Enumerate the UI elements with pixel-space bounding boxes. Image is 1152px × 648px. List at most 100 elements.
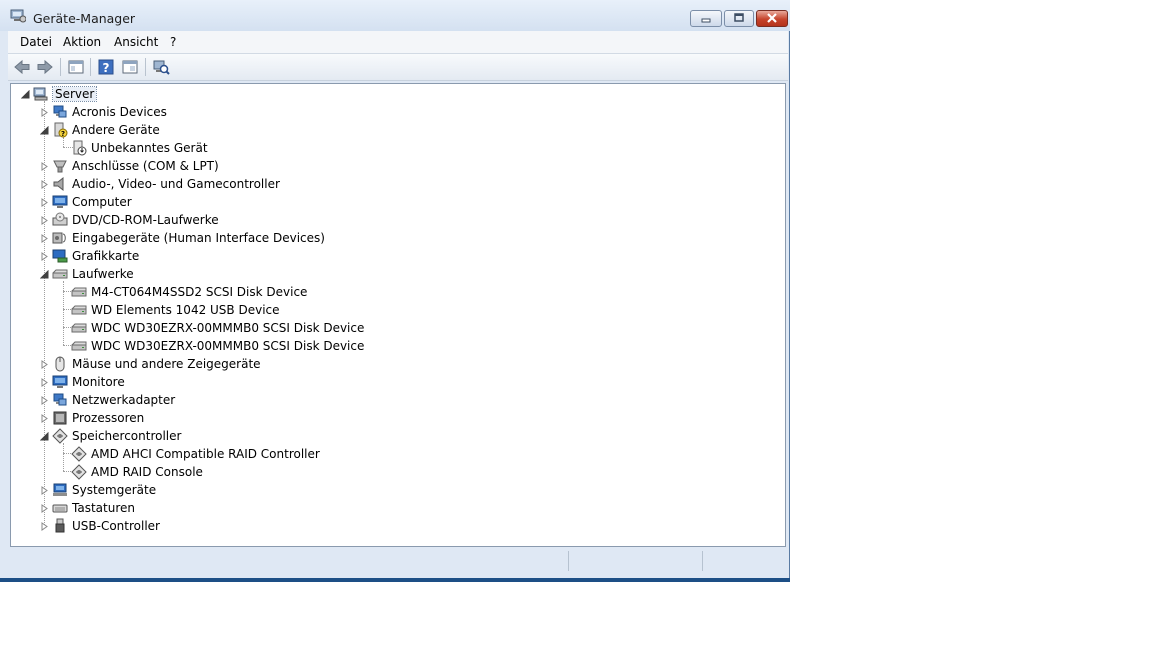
tree-device[interactable]: WDC WD30EZRX-00MMMB0 SCSI Disk Device (11, 337, 711, 355)
tree-item-label: Systemgeräte (72, 483, 157, 497)
tree-group[interactable]: Computer (11, 193, 711, 211)
collapse-arrow-icon[interactable] (21, 90, 30, 99)
tree-item-label: DVD/CD-ROM-Laufwerke (72, 213, 219, 227)
tree-item-label: Andere Geräte (72, 123, 160, 137)
tree-group[interactable]: Laufwerke (11, 265, 711, 283)
tree-device[interactable]: AMD AHCI Compatible RAID Controller (11, 445, 711, 463)
tree-item-label: Acronis Devices (72, 105, 167, 119)
tree-group[interactable]: Eingabegeräte (Human Interface Devices) (11, 229, 711, 247)
maximize-icon (734, 13, 744, 22)
menu-datei[interactable]: Datei (20, 35, 52, 49)
tree-group[interactable]: Prozessoren (11, 409, 711, 427)
disk-drive-icon (71, 305, 87, 315)
unknown-device-icon: ? (54, 122, 68, 138)
tree-item-label: Laufwerke (72, 267, 134, 281)
mouse-icon (55, 356, 65, 372)
expand-arrow-icon[interactable] (40, 486, 49, 495)
toolbar-separator (145, 58, 146, 76)
disk-drive-icon (71, 341, 87, 351)
tree-group[interactable]: Anschlüsse (COM & LPT) (11, 157, 711, 175)
device-tree[interactable]: Server Acronis Devices? Andere Geräte Unbek… (10, 83, 786, 547)
tree-group[interactable]: Monitore (11, 373, 711, 391)
monitor-icon (52, 195, 68, 208)
menu-ansicht[interactable]: Ansicht (114, 35, 158, 49)
tree-item-label: Tastaturen (72, 501, 135, 515)
close-button[interactable] (756, 10, 788, 27)
keyboard-icon (52, 504, 68, 513)
toolbar-separator (60, 58, 61, 76)
expand-arrow-icon[interactable] (40, 378, 49, 387)
back-arrow-icon[interactable] (13, 58, 31, 76)
tree-group[interactable]: DVD/CD-ROM-Laufwerke (11, 211, 711, 229)
storage-controller-icon (52, 428, 68, 444)
tree-item-label: WDC WD30EZRX-00MMMB0 SCSI Disk Device (91, 321, 365, 335)
title-bar[interactable]: Geräte-Manager (0, 0, 790, 31)
tree-group[interactable]: Grafikkarte (11, 247, 711, 265)
tree-item-label: Anschlüsse (COM & LPT) (72, 159, 219, 173)
tree-group[interactable]: USB-Controller (11, 517, 711, 535)
display-adapter-icon (52, 249, 68, 263)
tree-device[interactable]: WD Elements 1042 USB Device (11, 301, 711, 319)
expand-arrow-icon[interactable] (40, 504, 49, 513)
tree-root-server[interactable]: Server (11, 85, 711, 103)
collapse-arrow-icon[interactable] (40, 126, 49, 135)
tree-item-label: AMD RAID Console (91, 465, 203, 479)
menu-aktion[interactable]: Aktion (63, 35, 101, 49)
tree-group[interactable]: Mäuse und andere Zeigegeräte (11, 355, 711, 373)
storage-controller-icon (71, 464, 87, 480)
tree-item-label: Prozessoren (72, 411, 145, 425)
storage-controller-icon (71, 446, 87, 462)
expand-arrow-icon[interactable] (40, 360, 49, 369)
show-hide-console-tree-icon[interactable] (67, 58, 85, 76)
expand-arrow-icon[interactable] (40, 234, 49, 243)
speaker-icon (53, 176, 64, 192)
tree-group[interactable]: Audio-, Video- und Gamecontroller (11, 175, 711, 193)
menu-help[interactable]: ? (170, 35, 176, 49)
tree-item-label: Eingabegeräte (Human Interface Devices) (72, 231, 325, 245)
maximize-button[interactable] (724, 10, 754, 27)
tree-item-label: USB-Controller (72, 519, 160, 533)
disk-drive-icon (71, 323, 87, 333)
tree-device[interactable]: AMD RAID Console (11, 463, 711, 481)
forward-arrow-icon[interactable] (36, 58, 54, 76)
tree-item-label: WDC WD30EZRX-00MMMB0 SCSI Disk Device (91, 339, 365, 353)
network-icon (53, 105, 67, 118)
expand-arrow-icon[interactable] (40, 108, 49, 117)
tree-group[interactable]: Acronis Devices (11, 103, 711, 121)
tree-item-label: Audio-, Video- und Gamecontroller (72, 177, 280, 191)
expand-arrow-icon[interactable] (40, 252, 49, 261)
processor-icon (53, 411, 67, 425)
tree-device[interactable]: WDC WD30EZRX-00MMMB0 SCSI Disk Device (11, 319, 711, 337)
expand-arrow-icon[interactable] (40, 198, 49, 207)
tree-device[interactable]: M4-CT064M4SSD2 SCSI Disk Device (11, 283, 711, 301)
expand-arrow-icon[interactable] (40, 522, 49, 531)
expand-arrow-icon[interactable] (40, 216, 49, 225)
expand-arrow-icon[interactable] (40, 162, 49, 171)
tree-group[interactable]: ? Andere Geräte (11, 121, 711, 139)
port-icon (53, 160, 67, 173)
tree-group[interactable]: Speichercontroller (11, 427, 711, 445)
help-icon[interactable]: ? (97, 58, 115, 76)
minimize-button[interactable] (690, 10, 722, 27)
collapse-arrow-icon[interactable] (40, 270, 49, 279)
tree-group[interactable]: Systemgeräte (11, 481, 711, 499)
scan-hardware-icon[interactable] (152, 58, 170, 76)
monitor-icon (52, 375, 68, 388)
tree-group[interactable]: Tastaturen (11, 499, 711, 517)
usb-icon (55, 518, 65, 533)
network-icon (53, 393, 67, 406)
expand-arrow-icon[interactable] (40, 414, 49, 423)
tree-group[interactable]: Netzwerkadapter (11, 391, 711, 409)
collapse-arrow-icon[interactable] (40, 432, 49, 441)
desktop-strip (0, 578, 790, 582)
expand-arrow-icon[interactable] (40, 180, 49, 189)
svg-text:?: ? (61, 130, 65, 138)
expand-arrow-icon[interactable] (40, 396, 49, 405)
minimize-icon (701, 18, 711, 23)
tree-device[interactable]: Unbekanntes Gerät (11, 139, 711, 157)
hid-icon (52, 232, 66, 244)
computer-icon (33, 87, 48, 101)
tree-item-label: Computer (72, 195, 132, 209)
tree-item-label: M4-CT064M4SSD2 SCSI Disk Device (91, 285, 308, 299)
properties-icon[interactable] (121, 58, 139, 76)
